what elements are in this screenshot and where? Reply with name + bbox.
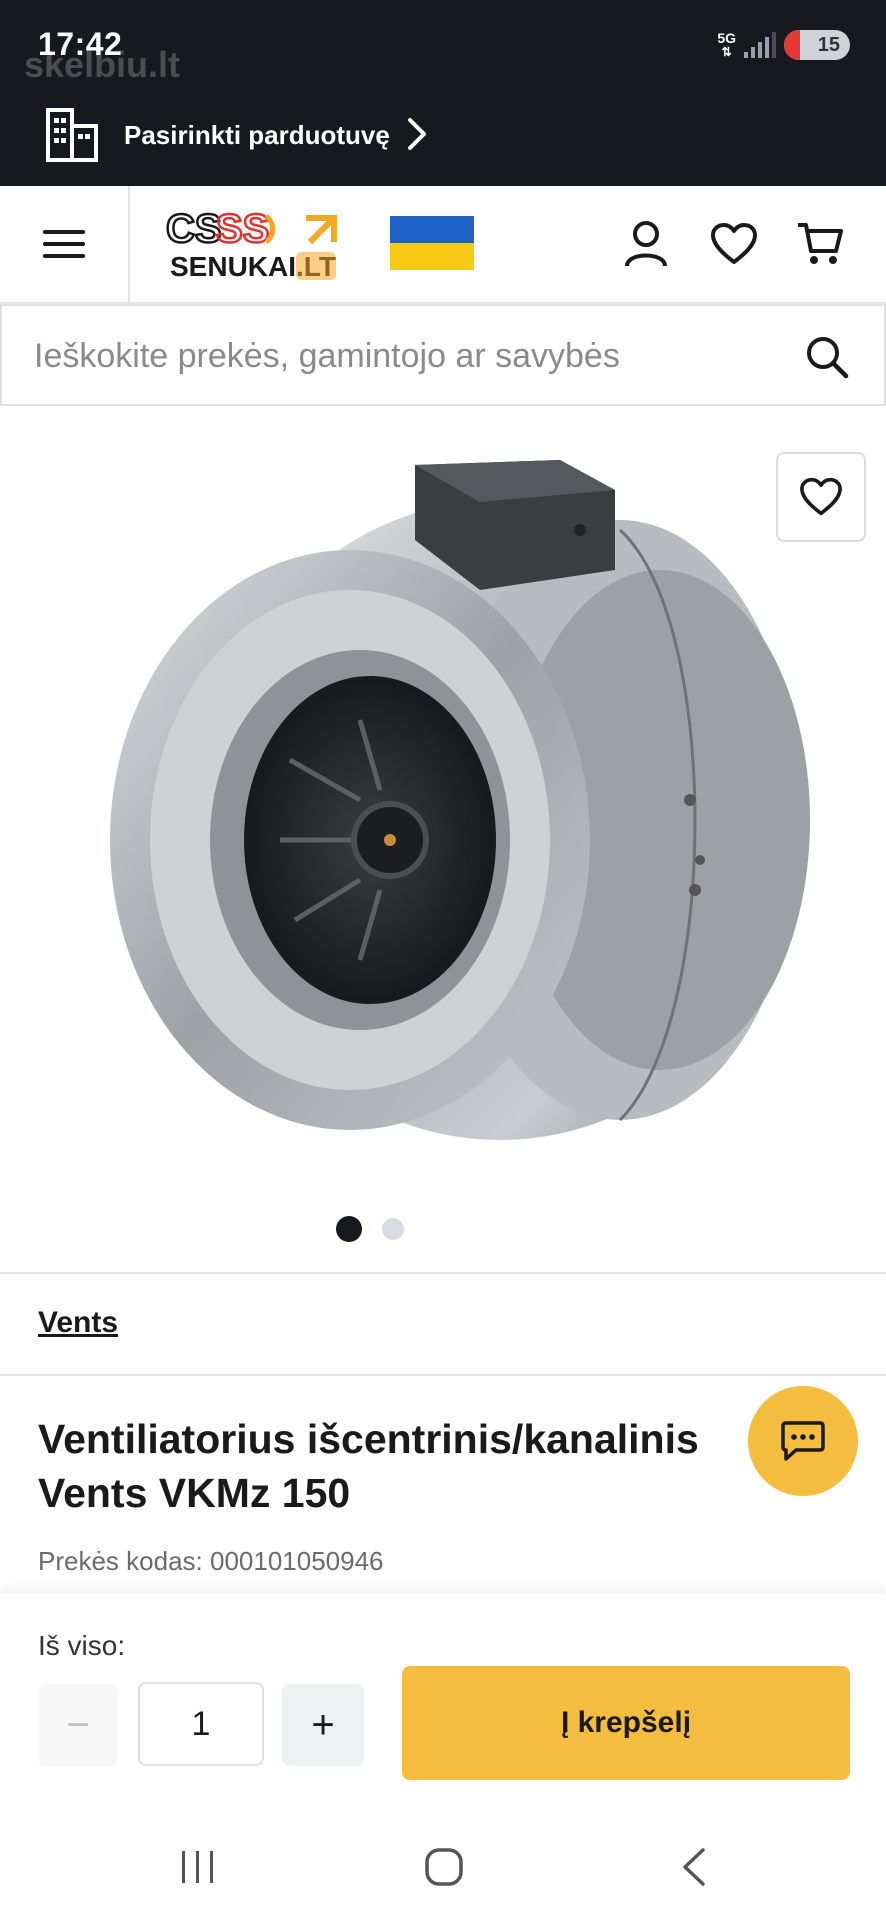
user-icon [625,221,667,267]
store-building-icon [46,108,98,162]
back-icon [683,1848,705,1886]
search-input[interactable] [32,330,772,382]
search-bar [0,304,886,406]
recent-apps-icon [182,1851,213,1883]
status-icons: 5G ⇅ 15 [717,30,850,60]
back-button[interactable] [664,1842,724,1892]
product-code-value: 000101050946 [209,1546,384,1576]
svg-text:CS: CS [166,207,222,251]
add-to-favorites-button[interactable] [776,452,866,542]
gallery-pagination [336,1216,404,1242]
brand-link[interactable]: Vents [38,1306,118,1340]
quantity-input[interactable]: 1 [138,1682,264,1766]
product-title: Ventiliatorius išcentrinis/kanalinis Ven… [38,1416,699,1516]
chat-icon [781,1421,825,1461]
recent-apps-button[interactable] [168,1842,228,1892]
home-button[interactable] [414,1842,474,1892]
gallery-dot-2[interactable] [382,1218,404,1240]
add-to-cart-button[interactable]: Į krepšelį [402,1666,850,1780]
network-indicator: 5G ⇅ [717,31,736,59]
hamburger-icon [43,230,85,258]
status-bar: skelbiu.lt 17:42 5G ⇅ 15 [0,0,886,86]
battery-icon: 15 [784,30,850,60]
home-icon [425,1848,463,1886]
signal-icon [744,32,776,58]
svg-text:SS: SS [216,207,269,251]
ukraine-flag [390,216,474,270]
product-code: Prekės kodas: 000101050946 [38,1546,384,1577]
menu-button[interactable] [0,186,130,302]
total-label: Iš viso: [38,1630,126,1661]
purchase-bar: Iš viso: − 1 + Į krepšelį [0,1594,886,1814]
battery-level: 15 [817,33,840,56]
cart-button[interactable] [792,216,848,272]
store-selector-bar[interactable]: Pasirinkti parduotuvę [0,86,886,186]
system-nav-bar [0,1814,886,1920]
cart-icon [798,223,843,264]
heart-icon [711,223,757,264]
product-code-label: Prekės kodas: [38,1546,203,1576]
chat-button[interactable] [748,1386,858,1496]
heart-icon [800,477,842,516]
gallery-dot-1[interactable] [336,1216,362,1242]
product-image[interactable] [60,420,840,1200]
site-header: CS SS SENUKAI.LT [0,186,886,304]
search-button[interactable] [800,330,854,384]
account-button[interactable] [618,216,674,272]
wishlist-button[interactable] [706,216,762,272]
divider [0,1374,886,1376]
status-time: 17:42 [38,26,123,62]
network-type: 5G [717,30,736,46]
chevron-right-icon [408,118,426,150]
divider [0,1272,886,1274]
data-arrows-icon: ⇅ [721,45,732,59]
store-selector-label[interactable]: Pasirinkti parduotuvę [124,120,390,151]
quantity-increase-button[interactable]: + [282,1684,364,1766]
search-icon [807,337,849,379]
quantity-decrease-button[interactable]: − [38,1684,118,1766]
senukai-logo[interactable]: CS SS SENUKAI.LT [166,206,376,282]
